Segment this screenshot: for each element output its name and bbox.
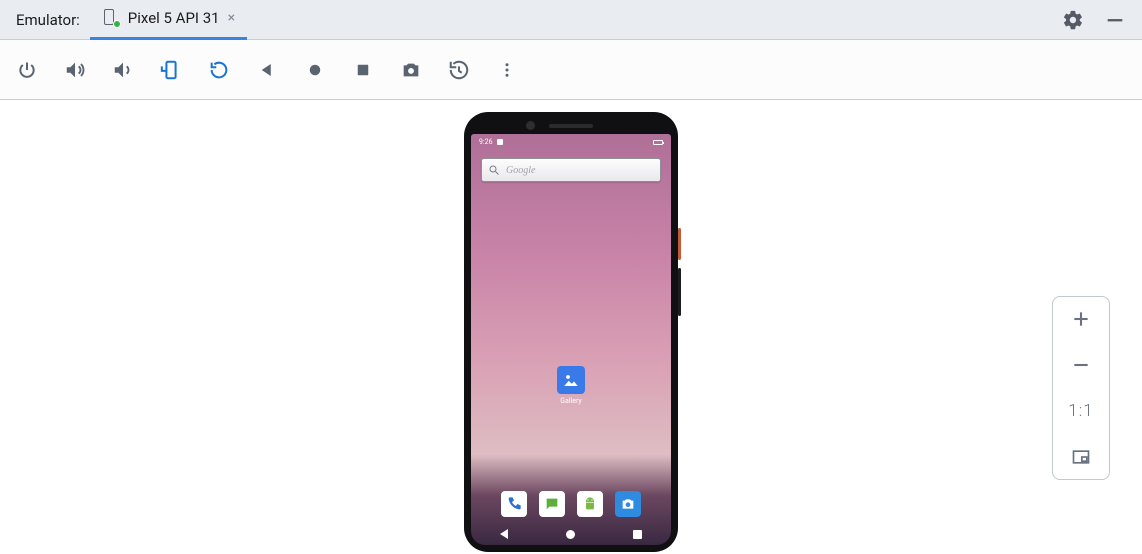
status-time: 9:26: [479, 138, 493, 146]
home-button[interactable]: [304, 59, 326, 81]
device-volume-key: [678, 268, 681, 316]
search-icon: [488, 164, 500, 176]
gallery-icon: [557, 366, 585, 394]
device-power-key: [678, 228, 681, 260]
device-frame: 9:26 Google Gallery: [464, 112, 678, 552]
battery-icon: [653, 140, 663, 145]
emulator-toolbar: [0, 40, 1142, 100]
zoom-in-button[interactable]: [1053, 307, 1109, 331]
android-navbar: [471, 523, 671, 545]
close-tab-button[interactable]: ×: [228, 10, 235, 26]
dock-app-android[interactable]: [577, 491, 603, 517]
back-button[interactable]: [256, 59, 278, 81]
device-camera: [526, 121, 535, 130]
volume-down-button[interactable]: [112, 59, 134, 81]
zoom-fit-button[interactable]: [1053, 445, 1109, 469]
google-search-widget[interactable]: Google: [481, 158, 661, 182]
overview-button[interactable]: [352, 59, 374, 81]
more-button[interactable]: [496, 59, 518, 81]
android-statusbar: 9:26: [471, 134, 671, 150]
snapshots-button[interactable]: [448, 59, 470, 81]
volume-up-button[interactable]: [64, 59, 86, 81]
screenshot-button[interactable]: [400, 59, 422, 81]
app-gallery[interactable]: Gallery: [552, 366, 590, 405]
tabbar-label: Emulator:: [16, 11, 80, 29]
rotate-left-button[interactable]: [160, 59, 182, 81]
zoom-actual-button[interactable]: 1:1: [1053, 399, 1109, 423]
search-placeholder: Google: [506, 165, 535, 176]
nav-home-button[interactable]: [566, 530, 575, 539]
tab-device-label: Pixel 5 API 31: [128, 9, 220, 27]
settings-button[interactable]: [1062, 9, 1084, 31]
nav-overview-button[interactable]: [633, 530, 642, 539]
minimize-button[interactable]: [1104, 9, 1126, 31]
device-icon: [102, 9, 120, 27]
device-screen[interactable]: 9:26 Google Gallery: [471, 134, 671, 545]
device-speaker: [549, 124, 593, 128]
emulator-tabbar: Emulator: Pixel 5 API 31 ×: [0, 0, 1142, 40]
app-gallery-label: Gallery: [560, 397, 581, 405]
notification-icon: [497, 139, 503, 145]
android-dock: [471, 487, 671, 521]
power-button[interactable]: [16, 59, 38, 81]
emulator-viewport: 9:26 Google Gallery: [0, 100, 1142, 554]
tab-device[interactable]: Pixel 5 API 31 ×: [90, 0, 247, 40]
dock-app-camera[interactable]: [615, 491, 641, 517]
zoom-out-button[interactable]: [1053, 353, 1109, 377]
dock-app-phone[interactable]: [501, 491, 527, 517]
zoom-panel: 1:1: [1052, 296, 1110, 480]
rotate-right-button[interactable]: [208, 59, 230, 81]
dock-app-messages[interactable]: [539, 491, 565, 517]
nav-back-button[interactable]: [500, 529, 508, 539]
